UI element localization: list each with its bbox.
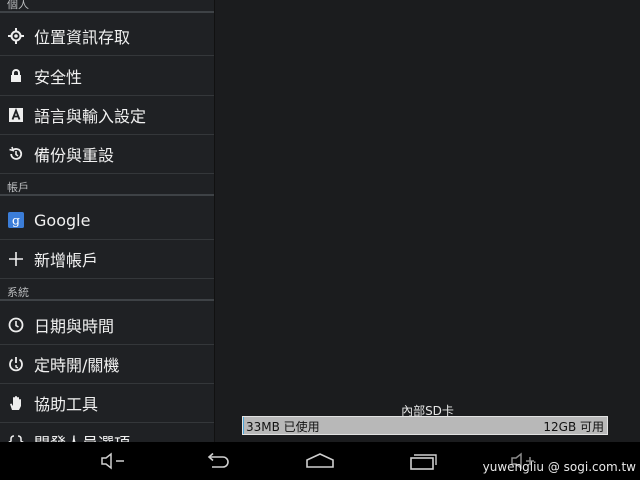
settings-item-label: 備份與重設: [34, 146, 115, 165]
location-icon: [8, 28, 24, 44]
section-header-accounts: 帳戶: [0, 179, 214, 196]
settings-item-label: 協助工具: [34, 395, 99, 414]
recent-apps-button[interactable]: [403, 450, 443, 472]
settings-item-label: 安全性: [34, 68, 83, 87]
home-icon: [306, 453, 334, 468]
storage-free-label: 12GB 可用: [543, 420, 604, 434]
settings-item-label: 定時開/關機: [34, 356, 120, 375]
settings-item-date-time[interactable]: 日期與時間: [0, 306, 214, 345]
settings-item-label: 位置資訊存取: [34, 28, 131, 47]
section-header-system: 系統: [0, 284, 214, 301]
keyboard-a-icon: [8, 107, 24, 123]
android-settings-screen: 個人 位置資訊存取 安全性 語言與輸入設定 備份與重設 帳戶 g Google …: [0, 0, 640, 480]
storage-detail-pane: 內部SD卡 33MB 已使用 12GB 可用: [215, 0, 640, 442]
settings-item-label: 日期與時間: [34, 317, 115, 336]
volume-down-icon: [101, 452, 124, 470]
settings-item-accessibility[interactable]: 協助工具: [0, 384, 214, 423]
storage-used-fill: [243, 417, 245, 434]
settings-item-backup-reset[interactable]: 備份與重設: [0, 135, 214, 174]
settings-item-label: 開發人員選項: [34, 430, 130, 442]
settings-item-language-input[interactable]: 語言與輸入設定: [0, 96, 214, 135]
settings-item-google-account[interactable]: g Google: [0, 201, 214, 240]
back-icon: [207, 452, 229, 468]
backup-restore-icon: [8, 146, 24, 162]
hand-icon: [8, 395, 24, 411]
developer-braces-icon: [8, 434, 24, 442]
google-icon: g: [8, 212, 24, 228]
storage-usage-bar: 33MB 已使用 12GB 可用: [242, 416, 608, 435]
power-clock-icon: [8, 356, 24, 372]
settings-item-developer-options[interactable]: 開發人員選項: [0, 423, 214, 442]
watermark-text: yuwengliu @ sogi.com.tw: [482, 460, 636, 474]
settings-item-scheduled-power[interactable]: 定時開/關機: [0, 345, 214, 384]
back-button[interactable]: [198, 450, 238, 472]
plus-icon: [8, 251, 24, 267]
volume-down-button[interactable]: [94, 450, 134, 472]
settings-item-security[interactable]: 安全性: [0, 57, 214, 96]
clock-icon: [8, 317, 24, 333]
settings-item-location[interactable]: 位置資訊存取: [0, 17, 214, 56]
settings-sidebar: 個人 位置資訊存取 安全性 語言與輸入設定 備份與重設 帳戶 g Google …: [0, 0, 215, 442]
section-header-personal: 個人: [0, 0, 214, 13]
recent-apps-icon: [410, 454, 437, 470]
svg-text:g: g: [12, 212, 20, 227]
system-navigation-bar: yuwengliu @ sogi.com.tw: [0, 442, 640, 480]
settings-item-label: 新增帳戶: [34, 251, 99, 270]
home-button[interactable]: [300, 450, 340, 472]
settings-item-label: 語言與輸入設定: [34, 107, 147, 126]
settings-item-add-account[interactable]: 新增帳戶: [0, 240, 214, 279]
lock-icon: [8, 68, 24, 84]
settings-item-label: Google: [34, 210, 91, 230]
storage-used-label: 33MB 已使用: [246, 420, 320, 434]
